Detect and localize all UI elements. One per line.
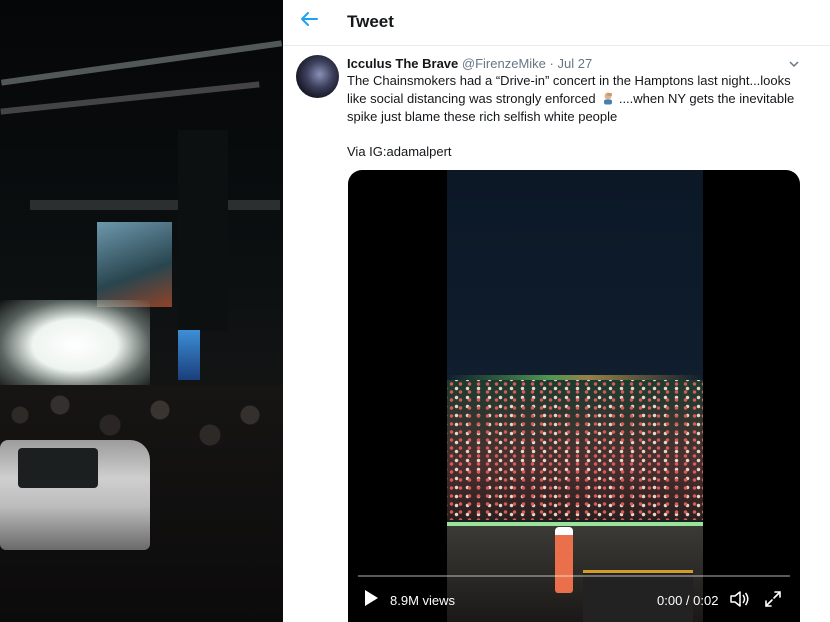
- stage-lights: [0, 300, 150, 390]
- car-window: [18, 448, 98, 488]
- video-player[interactable]: 8.9M views 0:00 / 0:02: [348, 170, 800, 622]
- stage-truss: [0, 40, 283, 86]
- stage-truss: [30, 200, 280, 210]
- play-icon[interactable]: [362, 589, 380, 607]
- separator: ·: [549, 56, 554, 71]
- tweet-text-segment: ....when NY gets the inevitable: [618, 91, 795, 106]
- tweet-via: Via IG:adamalpert: [347, 144, 452, 159]
- video-time: 0:00 / 0:02: [657, 593, 719, 608]
- fullscreen-icon[interactable]: [764, 590, 782, 608]
- volume-icon[interactable]: [729, 590, 751, 608]
- tweet-text: The Chainsmokers had a “Drive-in” concer…: [347, 72, 817, 126]
- concert-photo: [0, 0, 283, 622]
- view-count: 8.9M views: [390, 593, 456, 608]
- speaker-tower: [178, 130, 228, 330]
- back-arrow-icon[interactable]: [299, 9, 321, 33]
- chevron-down-icon[interactable]: [788, 58, 802, 72]
- avatar[interactable]: [296, 55, 339, 98]
- tweet-text-line: The Chainsmokers had a “Drive-in” concer…: [347, 73, 791, 88]
- display-name[interactable]: Icculus The Brave: [347, 56, 458, 71]
- stage-screen-small: [178, 330, 200, 380]
- man-facepalming-emoji-icon: [601, 91, 615, 105]
- stage-truss: [0, 81, 260, 115]
- bottle: [555, 527, 573, 593]
- stage-screen: [97, 222, 172, 307]
- handle[interactable]: @FirenzeMike: [462, 56, 546, 71]
- tweet-text-line: like social distancing was strongly enfo…: [347, 90, 817, 108]
- video-progress-bar[interactable]: [358, 575, 790, 577]
- tweet-text-line: spike just blame these rich selfish whit…: [347, 109, 618, 124]
- tweet-panel: Tweet Icculus The Brave @FirenzeMike · J…: [283, 0, 830, 622]
- tweet-date[interactable]: Jul 27: [558, 56, 593, 71]
- page-title: Tweet: [347, 12, 394, 31]
- tweet-header: Tweet: [283, 0, 830, 46]
- video-crowd: [447, 380, 703, 520]
- tweet-author: Icculus The Brave @FirenzeMike · Jul 27: [347, 56, 592, 72]
- tweet-text-segment: like social distancing was strongly enfo…: [347, 91, 596, 106]
